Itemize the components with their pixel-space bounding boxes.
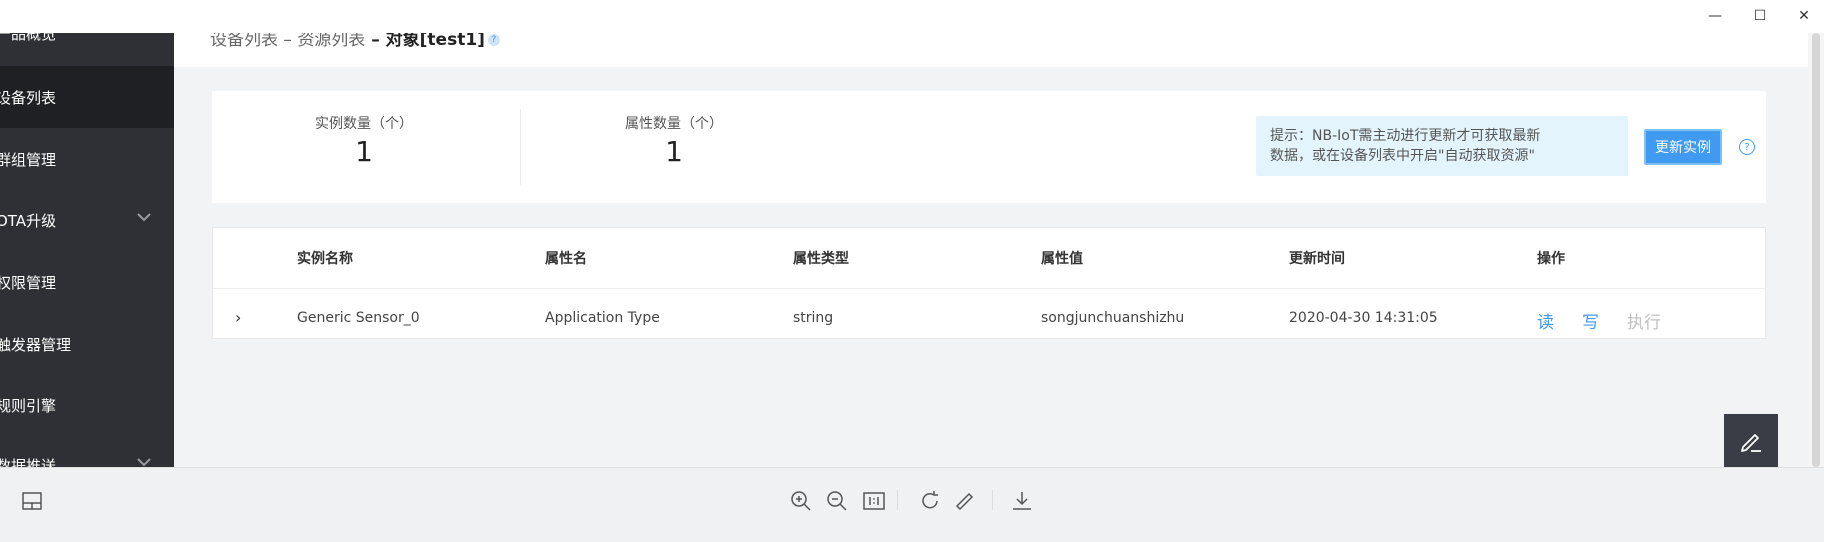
cell-instance: Generic Sensor_0 <box>297 310 420 326</box>
help-icon[interactable]: ? <box>1739 139 1755 155</box>
sidebar-item-push[interactable]: 数据推送 <box>0 434 174 467</box>
column-header-actions: 操作 <box>1537 251 1565 267</box>
sidebar-item-label: 权限管理 <box>0 273 57 292</box>
sidebar-item-label: 产品概览 <box>0 33 57 43</box>
sidebar-item-triggers[interactable]: 触发器管理 <box>0 313 174 375</box>
sidebar-item-groups[interactable]: 群组管理 <box>0 128 174 190</box>
column-header-attr-value: 属性值 <box>1041 251 1083 267</box>
divider <box>520 109 521 185</box>
read-link[interactable]: 读 <box>1537 308 1554 333</box>
tip-box: 提示：NB-IoT需主动进行更新才可获取最新 数据，或在设备列表中开启"自动获取… <box>1256 116 1628 176</box>
table-header: 实例名称 属性名 属性类型 属性值 更新时间 操作 <box>213 228 1765 289</box>
sidebar-item-overview[interactable]: 产品概览 <box>0 33 174 64</box>
tip-line-1: 提示：NB-IoT需主动进行更新才可获取最新 <box>1270 128 1541 144</box>
breadcrumb-resource-list[interactable]: 资源列表 <box>297 33 365 50</box>
column-header-attr-type: 属性类型 <box>793 251 849 267</box>
toolbar-separator <box>897 490 898 510</box>
sidebar: 产品概览 设备列表 群组管理 OTA升级 权限管理 触发器管理 规则引擎 数据推… <box>0 33 174 467</box>
chevron-down-icon <box>137 213 151 222</box>
actual-size-icon <box>863 492 885 510</box>
sidebar-item-rules[interactable]: 规则引擎 <box>0 374 174 436</box>
cell-attr-value: songjunchuanshizhu <box>1041 310 1185 326</box>
zoom-out-button[interactable] <box>824 488 850 514</box>
column-header-updated: 更新时间 <box>1289 251 1345 267</box>
header-strip: 设备列表 – 资源列表 – 对象[test1]? <box>174 33 1808 67</box>
maximize-button[interactable]: ☐ <box>1749 6 1771 26</box>
sidebar-item-label: 群组管理 <box>0 150 57 169</box>
sidebar-item-label: 触发器管理 <box>0 335 72 354</box>
sidebar-item-label: 规则引擎 <box>0 396 57 415</box>
write-link[interactable]: 写 <box>1582 308 1599 333</box>
sidebar-item-permissions[interactable]: 权限管理 <box>0 251 174 313</box>
actual-size-button[interactable] <box>861 488 887 514</box>
breadcrumb-separator: – <box>278 33 298 50</box>
expand-row-icon[interactable]: › <box>235 308 241 327</box>
column-header-instance: 实例名称 <box>297 251 353 267</box>
panel-toggle-button[interactable] <box>19 488 45 514</box>
breadcrumb-device-list[interactable]: 设备列表 <box>210 33 278 50</box>
viewer-toolbar <box>0 467 1824 542</box>
toolbar-separator <box>992 490 993 510</box>
rotate-button[interactable] <box>917 488 943 514</box>
zoom-out-icon <box>827 491 847 511</box>
pencil-icon <box>955 492 974 511</box>
sidebar-item-label: OTA升级 <box>0 211 57 230</box>
download-icon <box>1013 492 1031 510</box>
cell-updated: 2020-04-30 14:31:05 <box>1289 310 1438 326</box>
zoom-in-button[interactable] <box>788 488 814 514</box>
sidebar-item-ota[interactable]: OTA升级 <box>0 189 174 251</box>
pencil-icon <box>1741 434 1761 452</box>
column-header-attr-name: 属性名 <box>545 251 587 267</box>
zoom-in-icon <box>791 491 811 511</box>
breadcrumb-current: 对象[test1] <box>385 33 485 50</box>
edit-tool-button[interactable] <box>952 488 978 514</box>
sidebar-item-label: 设备列表 <box>0 88 57 107</box>
resource-table: 实例名称 属性名 属性类型 属性值 更新时间 操作 › Generic Sens… <box>212 227 1766 339</box>
rotate-icon <box>922 491 938 509</box>
cell-attr-name: Application Type <box>545 310 660 326</box>
app-window: — ☐ ✕ 产品概览 设备列表 群组管理 OTA升级 权限管理 触发器管理 规则… <box>0 0 1824 542</box>
scrollbar-thumb[interactable] <box>1812 33 1820 467</box>
minimize-button[interactable]: — <box>1704 6 1726 26</box>
refresh-instances-button[interactable]: 更新实例 <box>1644 129 1722 165</box>
sidebar-item-devices[interactable]: 设备列表 <box>0 66 174 128</box>
help-icon[interactable]: ? <box>487 34 500 46</box>
tip-line-2: 数据，或在设备列表中开启"自动获取资源" <box>1270 148 1535 164</box>
chevron-down-icon <box>137 458 151 467</box>
attribute-count-label: 属性数量（个） <box>625 116 723 132</box>
breadcrumb-separator: – <box>365 33 386 50</box>
close-button[interactable]: ✕ <box>1793 6 1815 26</box>
download-button[interactable] <box>1009 488 1035 514</box>
panel-icon <box>22 492 42 510</box>
stats-card: 实例数量（个） 1 属性数量（个） 1 提示：NB-IoT需主动进行更新才可获取… <box>212 91 1766 203</box>
edit-button[interactable] <box>1724 414 1778 468</box>
attribute-count-stat: 属性数量（个） 1 <box>574 113 774 168</box>
attribute-count-value: 1 <box>665 135 683 168</box>
sidebar-item-label: 数据推送 <box>0 456 57 468</box>
instance-count-value: 1 <box>355 135 373 168</box>
main-content: 设备列表 – 资源列表 – 对象[test1]? 实例数量（个） 1 属性数量（… <box>174 33 1808 467</box>
breadcrumb: 设备列表 – 资源列表 – 对象[test1]? <box>210 33 500 50</box>
instance-count-stat: 实例数量（个） 1 <box>264 113 464 168</box>
title-bar: — ☐ ✕ <box>0 0 1824 34</box>
instance-count-label: 实例数量（个） <box>315 116 413 132</box>
execute-link: 执行 <box>1627 313 1661 333</box>
cell-attr-type: string <box>793 310 834 326</box>
